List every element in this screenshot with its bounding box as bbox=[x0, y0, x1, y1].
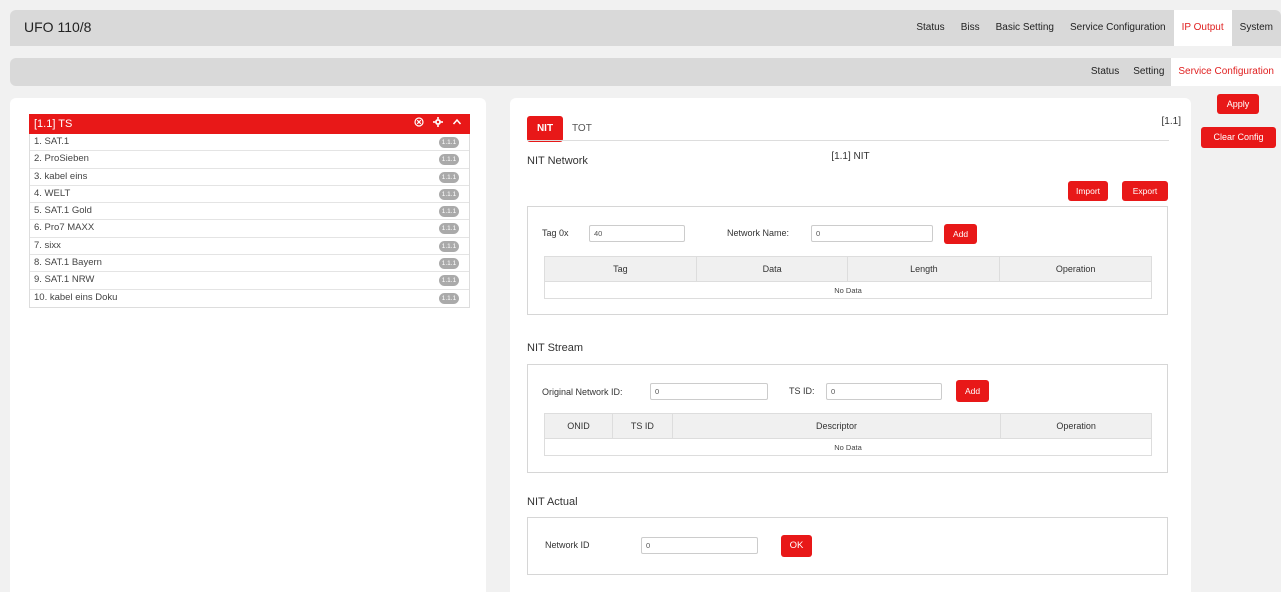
service-badge: 1.1.1 bbox=[439, 206, 459, 218]
top-bar: UFO 110/8 Status Biss Basic Setting Serv… bbox=[10, 10, 1281, 46]
list-item[interactable]: 1. SAT.1 1.1.1 bbox=[30, 134, 469, 152]
ok-button[interactable]: OK bbox=[781, 535, 812, 557]
tsid-input[interactable]: 0 bbox=[826, 383, 942, 400]
column-header: ONID bbox=[544, 413, 613, 439]
page-subtitle: [1.1] NIT bbox=[831, 151, 870, 162]
service-badge: 1.1.1 bbox=[439, 188, 459, 200]
ts-header[interactable]: [1.1] TS bbox=[29, 114, 470, 134]
subnav-status[interactable]: Status bbox=[1084, 58, 1126, 86]
nit-actual-box: Network ID 0 OK bbox=[527, 517, 1168, 575]
gear-icon[interactable] bbox=[433, 114, 443, 134]
network-id-label: Network ID bbox=[545, 540, 590, 550]
empty-row: No Data bbox=[544, 438, 1152, 456]
column-header: Operation bbox=[1000, 413, 1152, 439]
subnav-setting[interactable]: Setting bbox=[1126, 58, 1171, 86]
add-stream-button[interactable]: Add bbox=[956, 380, 989, 402]
nit-stream-box: Original Network ID: 0 TS ID: 0 Add ONID… bbox=[527, 364, 1168, 473]
app-title: UFO 110/8 bbox=[24, 19, 92, 35]
list-item[interactable]: 5. SAT.1 Gold 1.1.1 bbox=[30, 203, 469, 221]
service-badge: 1.1.1 bbox=[439, 154, 459, 166]
service-badge: 1.1.1 bbox=[439, 292, 459, 304]
export-button[interactable]: Export bbox=[1122, 181, 1168, 201]
nit-network-table: Tag Data Length Operation No Data bbox=[544, 256, 1152, 299]
divider bbox=[527, 140, 1169, 141]
tab-nit[interactable]: NIT bbox=[527, 116, 563, 142]
service-list: 1. SAT.1 1.1.1 2. ProSieben 1.1.1 3. kabel… bbox=[29, 134, 470, 308]
onid-label: Original Network ID: bbox=[542, 387, 623, 397]
nav-service-configuration[interactable]: Service Configuration bbox=[1062, 10, 1174, 46]
service-badge: 1.1.1 bbox=[439, 258, 459, 270]
service-label: 7. sixx bbox=[34, 239, 61, 251]
list-item[interactable]: 10. kabel eins Doku 1.1.1 bbox=[30, 290, 469, 307]
nit-stream-table: ONID TS ID Descriptor Operation No Data bbox=[544, 413, 1152, 456]
ts-header-icons bbox=[414, 114, 462, 134]
nit-network-title: NIT Network bbox=[527, 155, 588, 167]
service-badge: 1.1.1 bbox=[439, 240, 459, 252]
service-badge: 1.1.1 bbox=[439, 275, 459, 287]
list-item[interactable]: 7. sixx 1.1.1 bbox=[30, 238, 469, 256]
clear-config-button[interactable]: Clear Config bbox=[1201, 127, 1276, 148]
service-label: 4. WELT bbox=[34, 187, 71, 199]
column-header: Tag bbox=[544, 256, 697, 282]
nav-system[interactable]: System bbox=[1232, 10, 1281, 46]
tag-input[interactable]: 40 bbox=[589, 225, 685, 242]
service-label: 3. kabel eins bbox=[34, 170, 88, 182]
apply-button[interactable]: Apply bbox=[1217, 94, 1259, 114]
network-name-input[interactable]: 0 bbox=[811, 225, 933, 242]
close-circle-icon[interactable] bbox=[414, 114, 424, 134]
service-label: 6. Pro7 MAXX bbox=[34, 222, 95, 234]
empty-row: No Data bbox=[544, 281, 1152, 299]
sub-nav: Status Setting Service Configuration bbox=[1084, 58, 1281, 86]
service-badge: 1.1.1 bbox=[439, 223, 459, 235]
ts-panel: [1.1] TS 1. SAT.1 1.1.1 2. ProSieben 1.1.1… bbox=[10, 98, 486, 592]
list-item[interactable]: 8. SAT.1 Bayern 1.1.1 bbox=[30, 255, 469, 273]
network-id-input[interactable]: 0 bbox=[641, 537, 758, 554]
service-label: 9. SAT.1 NRW bbox=[34, 274, 95, 286]
add-network-button[interactable]: Add bbox=[944, 224, 977, 244]
column-header: Descriptor bbox=[671, 413, 1002, 439]
column-header: TS ID bbox=[611, 413, 673, 439]
list-item[interactable]: 3. kabel eins 1.1.1 bbox=[30, 169, 469, 186]
list-item[interactable]: 2. ProSieben 1.1.1 bbox=[30, 151, 469, 169]
tag-label: Tag 0x bbox=[542, 228, 569, 238]
onid-input[interactable]: 0 bbox=[650, 383, 768, 400]
service-label: 10. kabel eins Doku bbox=[34, 291, 118, 303]
nit-stream-title: NIT Stream bbox=[527, 342, 584, 354]
service-label: 8. SAT.1 Bayern bbox=[34, 257, 102, 269]
import-button[interactable]: Import bbox=[1068, 181, 1108, 201]
ts-reference: [1.1] bbox=[1161, 116, 1181, 127]
nit-panel: NIT TOT [1.1] [1.1] NIT NIT Network Impo… bbox=[510, 98, 1191, 592]
nav-basic-setting[interactable]: Basic Setting bbox=[988, 10, 1062, 46]
ts-box: [1.1] TS 1. SAT.1 1.1.1 2. ProSieben 1.1.1… bbox=[29, 114, 470, 308]
nit-network-box: Tag 0x 40 Network Name: 0 Add Tag Data L… bbox=[527, 206, 1168, 315]
list-item[interactable]: 4. WELT 1.1.1 bbox=[30, 186, 469, 204]
service-badge: 1.1.1 bbox=[439, 137, 459, 148]
list-item[interactable]: 6. Pro7 MAXX 1.1.1 bbox=[30, 220, 469, 238]
service-label: 1. SAT.1 bbox=[34, 136, 70, 147]
service-label: 5. SAT.1 Gold bbox=[34, 205, 92, 217]
network-name-label: Network Name: bbox=[727, 228, 790, 238]
service-badge: 1.1.1 bbox=[439, 171, 459, 183]
column-header: Data bbox=[695, 256, 849, 282]
subnav-service-configuration[interactable]: Service Configuration bbox=[1171, 58, 1281, 86]
tab-tot[interactable]: TOT bbox=[572, 116, 592, 142]
list-item[interactable]: 9. SAT.1 NRW 1.1.1 bbox=[30, 272, 469, 290]
nit-actual-title: NIT Actual bbox=[527, 496, 578, 508]
sub-bar: Status Setting Service Configuration bbox=[10, 58, 1281, 86]
nav-biss[interactable]: Biss bbox=[953, 10, 988, 46]
column-header: Length bbox=[847, 256, 1001, 282]
nav-status[interactable]: Status bbox=[908, 10, 952, 46]
nav-ip-output[interactable]: IP Output bbox=[1173, 10, 1232, 46]
tsid-label: TS ID: bbox=[789, 386, 815, 396]
top-nav: Status Biss Basic Setting Service Config… bbox=[908, 10, 1281, 46]
chevron-up-icon[interactable] bbox=[452, 114, 462, 134]
ts-header-label: [1.1] TS bbox=[34, 118, 73, 130]
service-label: 2. ProSieben bbox=[34, 153, 89, 165]
column-header: Operation bbox=[999, 256, 1152, 282]
